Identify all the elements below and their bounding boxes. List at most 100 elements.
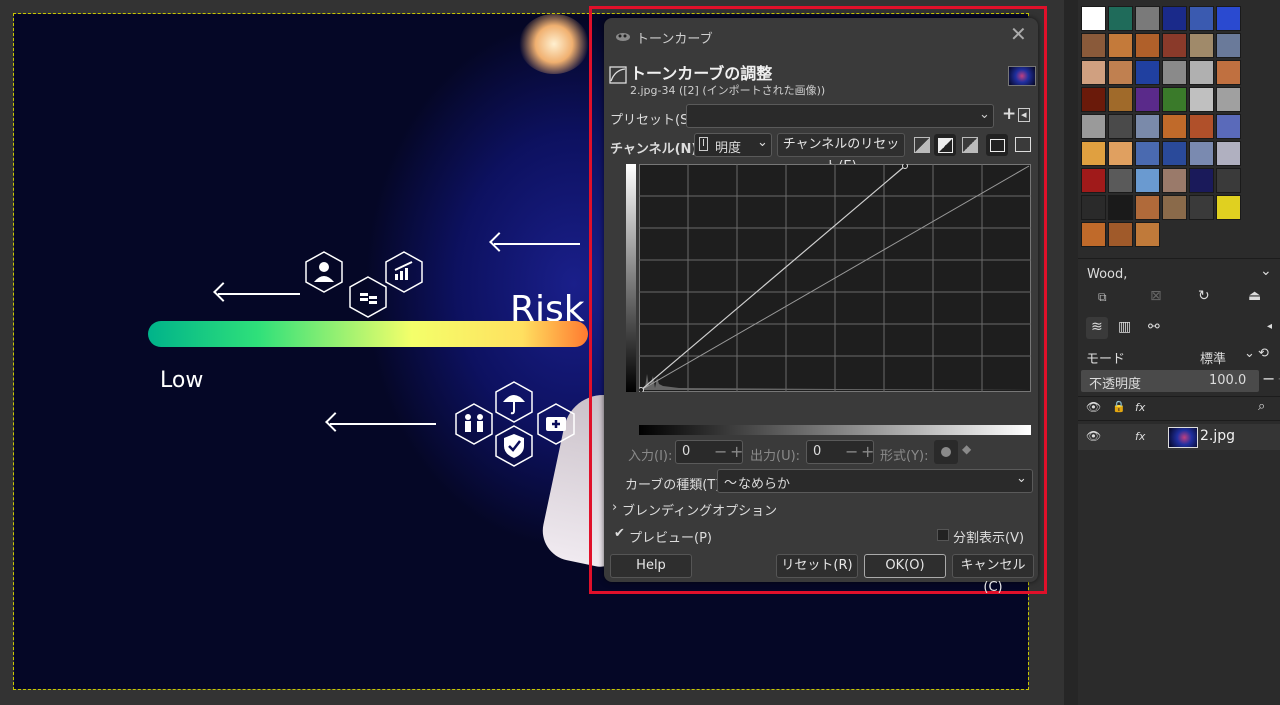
search-icon[interactable]: ⌕: [1258, 399, 1265, 414]
pattern-swatch[interactable]: [1081, 60, 1106, 85]
pattern-swatch[interactable]: [1081, 222, 1106, 247]
curve-graph[interactable]: [639, 164, 1031, 392]
pattern-swatch[interactable]: [1135, 33, 1160, 58]
pattern-swatch[interactable]: [1162, 87, 1187, 112]
fx-icon[interactable]: fx: [1135, 430, 1145, 443]
close-icon[interactable]: ✕: [1010, 22, 1027, 46]
curve-view-icon[interactable]: [962, 137, 978, 153]
pattern-swatch[interactable]: [1108, 168, 1133, 193]
tab-channels[interactable]: ▥: [1118, 319, 1131, 335]
reset-mode-icon[interactable]: ⟲: [1258, 346, 1269, 361]
pattern-swatch[interactable]: [1108, 114, 1133, 139]
chevron-right-icon[interactable]: ›: [612, 500, 617, 515]
pattern-swatch[interactable]: [1216, 60, 1241, 85]
dialog-titlebar[interactable]: トーンカーブ ✕: [604, 18, 1038, 52]
pattern-swatch[interactable]: [1081, 6, 1106, 31]
minus-icon[interactable]: −: [1262, 369, 1275, 388]
pattern-swatch[interactable]: [1216, 6, 1241, 31]
pattern-swatch[interactable]: [1135, 168, 1160, 193]
ok-button[interactable]: OK(O): [864, 554, 946, 578]
pattern-swatch[interactable]: [1189, 6, 1214, 31]
pattern-swatch[interactable]: [1216, 33, 1241, 58]
pattern-swatch[interactable]: [1189, 195, 1214, 220]
panel-divider[interactable]: [1064, 0, 1078, 705]
pattern-swatch[interactable]: [1162, 114, 1187, 139]
pattern-swatch[interactable]: [1189, 114, 1214, 139]
preset-select[interactable]: ⌄: [686, 104, 994, 128]
pattern-swatch[interactable]: [1135, 141, 1160, 166]
curve-type-select[interactable]: 〜 なめらか ⌄: [717, 469, 1033, 493]
pattern-swatch[interactable]: [1162, 33, 1187, 58]
pattern-swatch[interactable]: [1216, 195, 1241, 220]
pattern-swatch[interactable]: [1135, 114, 1160, 139]
pattern-swatch[interactable]: [1216, 114, 1241, 139]
corner-point-icon[interactable]: ◆: [962, 442, 971, 456]
histogram-mode-button[interactable]: [986, 134, 1008, 156]
duplicate-icon[interactable]: ⧉: [1098, 290, 1107, 305]
linear-mode-icon[interactable]: [1015, 137, 1031, 152]
pattern-swatch[interactable]: [1108, 141, 1133, 166]
eye-icon[interactable]: 👁: [1086, 429, 1101, 443]
pattern-swatch[interactable]: [1081, 87, 1106, 112]
pattern-swatch[interactable]: [1189, 60, 1214, 85]
pattern-swatch[interactable]: [1081, 33, 1106, 58]
chevron-down-icon[interactable]: ⌄: [1260, 263, 1272, 279]
pattern-swatch[interactable]: [1108, 33, 1133, 58]
layer-row[interactable]: 👁 fx 2.jpg: [1078, 424, 1280, 450]
mode-select[interactable]: 標準: [1200, 348, 1226, 367]
linear-histogram-icon[interactable]: [914, 137, 930, 153]
pattern-swatch[interactable]: [1108, 195, 1133, 220]
pattern-swatch[interactable]: [1135, 6, 1160, 31]
pattern-swatch[interactable]: [1135, 195, 1160, 220]
log-histogram-button[interactable]: [934, 134, 956, 156]
pattern-swatch[interactable]: [1189, 87, 1214, 112]
pattern-swatch[interactable]: [1162, 60, 1187, 85]
pattern-swatch[interactable]: [1162, 168, 1187, 193]
channel-reset-button[interactable]: チャンネルのリセット(E): [777, 133, 905, 174]
plus-icon[interactable]: +: [730, 442, 743, 461]
pattern-swatch[interactable]: [1216, 141, 1241, 166]
split-view-checkbox[interactable]: [937, 529, 949, 541]
chevron-down-icon[interactable]: ⌄: [1244, 346, 1255, 361]
open-folder-icon[interactable]: ⏏: [1248, 288, 1261, 304]
pattern-swatch[interactable]: [1189, 33, 1214, 58]
input-spinner[interactable]: 0 − +: [675, 440, 743, 464]
delete-icon[interactable]: ⊠: [1150, 288, 1162, 304]
pattern-swatch[interactable]: [1162, 141, 1187, 166]
pattern-swatch[interactable]: [1081, 168, 1106, 193]
cancel-button[interactable]: キャンセル(C): [952, 554, 1034, 595]
minus-icon[interactable]: −: [845, 442, 858, 461]
pattern-swatch[interactable]: [1162, 6, 1187, 31]
pattern-swatch[interactable]: [1162, 195, 1187, 220]
channel-select[interactable]: I 明度 ⌄: [694, 133, 772, 157]
pattern-swatch[interactable]: [1108, 222, 1133, 247]
pattern-swatch[interactable]: [1081, 114, 1106, 139]
pattern-swatch[interactable]: [1081, 195, 1106, 220]
preview-checkbox[interactable]: ✔: [614, 526, 625, 541]
smooth-point-button[interactable]: [934, 440, 958, 464]
preset-menu-icon[interactable]: ◂: [1018, 108, 1030, 122]
tab-paths[interactable]: ⚯: [1148, 319, 1160, 335]
pattern-swatch[interactable]: [1135, 87, 1160, 112]
output-spinner[interactable]: 0 − +: [806, 440, 874, 464]
help-button[interactable]: Help: [610, 554, 692, 578]
reset-button[interactable]: リセット(R): [776, 554, 858, 578]
pattern-swatch[interactable]: [1216, 168, 1241, 193]
pattern-swatch[interactable]: [1189, 168, 1214, 193]
add-preset-icon[interactable]: +: [1002, 104, 1016, 124]
pattern-swatch[interactable]: [1108, 87, 1133, 112]
pattern-swatch[interactable]: [1081, 141, 1106, 166]
tab-layers[interactable]: ≋: [1086, 317, 1108, 339]
pattern-swatch[interactable]: [1135, 60, 1160, 85]
opacity-slider[interactable]: 不透明度 100.0: [1081, 370, 1259, 392]
minus-icon[interactable]: −: [714, 442, 727, 461]
patterns-grid[interactable]: [1081, 6, 1275, 250]
plus-icon[interactable]: +: [861, 442, 874, 461]
blending-options-expander[interactable]: ブレンディングオプション: [622, 500, 777, 519]
pattern-swatch[interactable]: [1135, 222, 1160, 247]
panel-menu-icon[interactable]: ◂: [1267, 321, 1272, 332]
pattern-swatch[interactable]: [1216, 87, 1241, 112]
pattern-swatch[interactable]: [1108, 60, 1133, 85]
refresh-icon[interactable]: ↻: [1198, 288, 1210, 304]
pattern-swatch[interactable]: [1108, 6, 1133, 31]
